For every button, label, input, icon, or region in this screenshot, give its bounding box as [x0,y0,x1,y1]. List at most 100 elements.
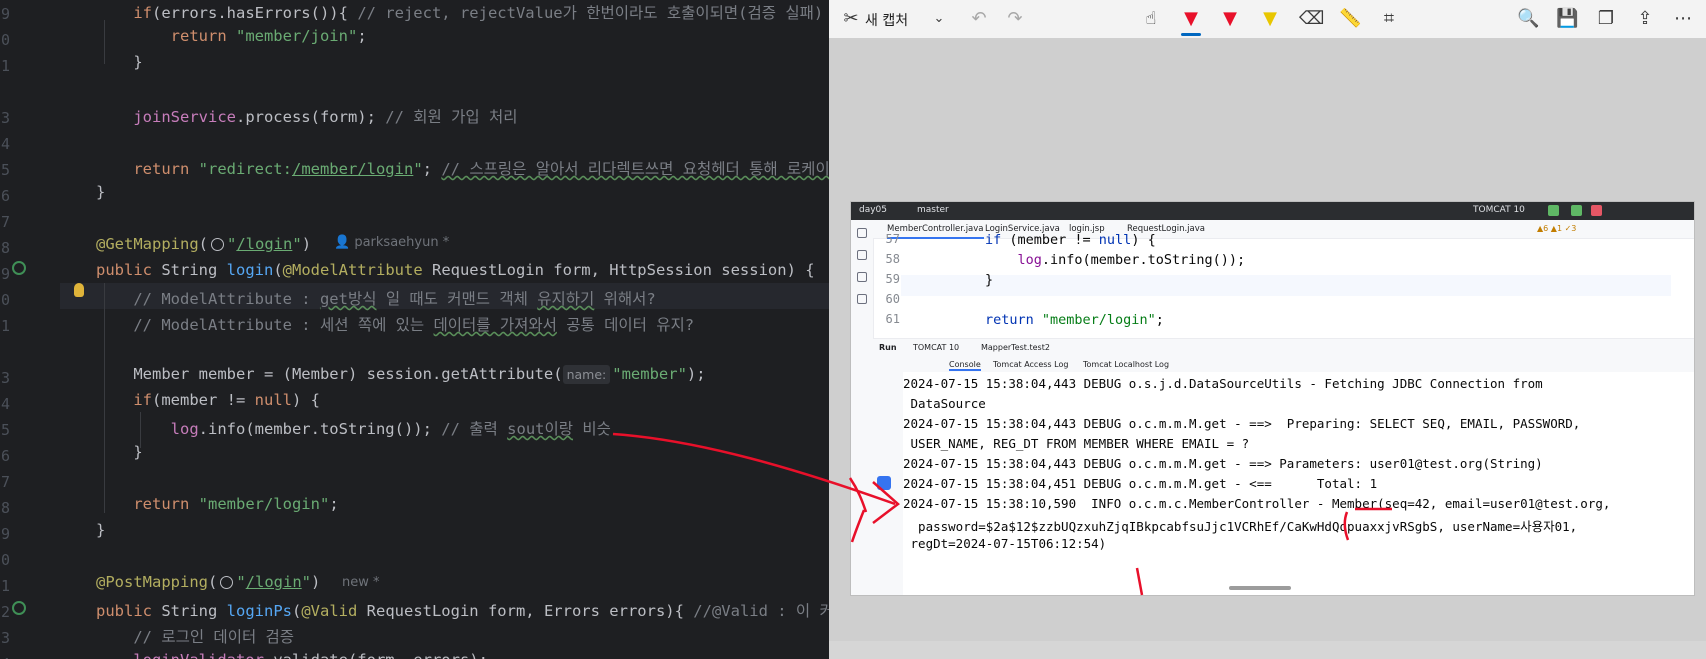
code-token: "redirect: [198,160,292,178]
code-token: 위해서? [594,290,656,308]
code-line: // ModelAttribute : 세션 쪽에 있는 데이터를 가져와서 공… [96,313,694,339]
red-pen-icon[interactable]: ▼ [1219,8,1241,30]
structure-icon [857,294,867,304]
tab-localhost-log[interactable]: Tomcat Localhost Log [1083,360,1169,369]
code-token: public [96,602,162,620]
line-number: 5 [0,421,10,439]
line-number: 0 [0,291,10,309]
code-token: " [227,235,237,253]
line-number: 1 [0,317,10,335]
code-token: } [985,272,994,288]
line-number: 9 [0,5,10,23]
code-token: ); [686,365,706,383]
copy-icon[interactable]: ❐ [1595,8,1617,30]
code-token: String [161,261,227,279]
code-token: (member != [152,391,255,409]
author-name: parksaehyun * [354,235,450,250]
code-token: " [292,235,302,253]
code-token: if [133,391,152,409]
line-number: 3 [0,109,10,127]
code-token: // 출력 [441,420,508,438]
code-token: ; [422,160,442,178]
redo-icon[interactable]: ↷ [1004,8,1026,30]
run-tab-tomcat[interactable]: TOMCAT 10 [913,343,959,352]
console-line: USER_NAME, REG_DT FROM MEMBER WHERE EMAI… [903,436,1250,451]
tab-console[interactable]: Console [949,360,981,371]
code-token: @Valid [301,602,367,620]
code-editor[interactable]: 901345678901345678901234 if(errors.hasEr… [0,0,829,659]
ballpoint-pen-icon[interactable]: ▼ [1180,8,1202,36]
line-number: 57 [885,232,900,246]
share-icon[interactable]: ⇪ [1634,8,1656,30]
code-token: ) [311,573,321,591]
code-token: " [236,573,246,591]
save-icon[interactable]: 💾 [1556,8,1578,30]
code-token: @ModelAttribute [282,261,432,279]
code-token: .process(form); [235,108,386,126]
code-token: null [254,391,292,409]
code-token: /login [236,235,293,253]
code-line: log.info(member.toString()); [985,252,1246,268]
code-line: // 로그인 데이터 검증 [96,625,294,651]
eraser-icon[interactable]: ⌫ [1299,8,1324,30]
line-number: 4 [0,655,10,659]
line-number: 8 [0,499,10,517]
code-line: Member member = (Member) session.getAttr… [96,365,706,391]
code-line: loginValidator.validate(form, errors); [96,651,488,659]
undo-icon[interactable]: ↶ [968,8,990,30]
touch-write-icon[interactable]: ☝ [1140,8,1162,30]
code-token: return [985,312,1042,328]
line-number: 9 [0,265,10,283]
code-token: (member != [1009,232,1099,248]
code-line: return "member/login"; [985,312,1164,328]
ruler-icon[interactable]: 📏 [1339,8,1361,30]
tab-access-log[interactable]: Tomcat Access Log [993,360,1068,369]
code-token: ( [273,261,283,279]
zoom-icon[interactable]: 🔍 [1517,8,1539,30]
line-number: 7 [0,213,10,231]
horizontal-scrollbar[interactable] [1229,586,1291,590]
code-token: Member member = (Member) session.getAttr… [133,365,563,383]
more-icon[interactable]: ⋯ [1672,8,1694,30]
branch-name: master [917,205,949,215]
code-token: 공통 데이터 유지? [556,316,695,334]
crop-icon[interactable]: ⌗ [1378,8,1400,30]
code-line: joinService.process(form); // 회원 가입 처리 [96,105,518,131]
code-line: public String loginPs(@Valid RequestLogi… [96,599,829,625]
code-token: RequestLogin form, HttpSession session) … [431,261,815,279]
code-line: } [96,183,105,209]
highlighter-icon[interactable]: ▼ [1259,8,1281,30]
code-line: return "member/join"; [96,27,367,53]
code-token: /member/login [291,160,414,178]
line-number: 4 [0,135,10,153]
chevron-down-icon[interactable]: ⌄ [928,8,950,30]
globe-icon [220,576,234,589]
new-capture-button[interactable]: 새 캡처 [865,10,908,30]
code-token: } [133,443,143,461]
code-token: get방식 [319,290,377,308]
run-tab-mappertest[interactable]: MapperTest.test2 [981,343,1050,352]
web-endpoint-icon[interactable] [12,261,26,275]
line-number: 0 [0,551,10,569]
code-line: if(member != null) { [96,391,320,417]
editor-tab[interactable]: MemberController.java [887,224,984,239]
line-number: 5 [0,161,10,179]
code-token: if [985,232,1010,248]
code-token: public [96,261,162,279]
snipping-tool-window: ✂ 새 캡처 ⌄ ↶ ↷ ☝ ▼ ▼ ▼ ⌫ 📏 ⌗ 🔍 💾 ❐ ⇪ ⋯ day… [829,0,1706,659]
line-number: 60 [885,292,900,306]
lightbulb-icon[interactable] [74,283,84,297]
code-token: // reject, rejectValue가 한번이라도 호출이되면(검증 실… [357,4,824,22]
captured-ide-screenshot: day05 master TOMCAT 10 ▲6 ▲1 ✓3 MemberCo… [851,202,1694,595]
code-token: // 회원 가입 처리 [385,108,518,126]
code-token: RequestLogin form, Errors errors){ [366,602,694,620]
code-token: } [96,183,106,201]
web-endpoint-icon[interactable] [12,601,26,615]
line-number: 1 [0,577,10,595]
run-tool-header: Run TOMCAT 10 MapperTest.test2 [873,338,1694,357]
run-label: Run [879,343,897,352]
line-number: 6 [0,187,10,205]
parameter-hint: name: [562,365,611,384]
new-capture-icon[interactable]: ✂ [840,8,862,30]
